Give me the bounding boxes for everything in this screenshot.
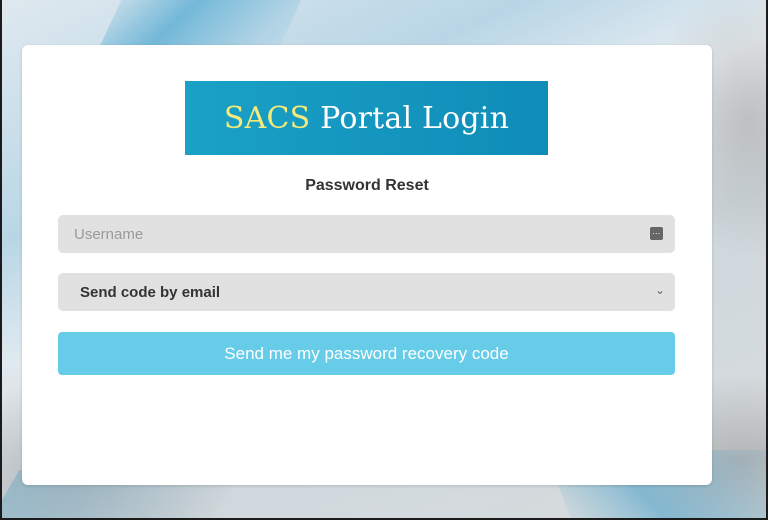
portal-logo: SACS Portal Login (185, 81, 548, 155)
chevron-down-icon: ⌄ (654, 283, 665, 297)
logo-text: SACS Portal Login (224, 101, 509, 136)
browser-viewport: SACS Portal Login Password Reset ⋯ Send … (0, 0, 768, 520)
page-title: Password Reset (305, 177, 429, 194)
recovery-method-select[interactable]: Send code by email ⌄ (58, 273, 675, 311)
send-recovery-code-button[interactable]: Send me my password recovery code (58, 332, 675, 375)
keyboard-icon[interactable]: ⋯ (650, 227, 663, 240)
logo-rest-text: Portal Login (310, 100, 510, 136)
username-field[interactable]: ⋯ (58, 215, 675, 253)
select-value: Send code by email (80, 284, 221, 301)
logo-accent-text: SACS (223, 100, 311, 136)
login-card: SACS Portal Login Password Reset ⋯ Send … (22, 45, 712, 485)
username-input[interactable] (58, 215, 634, 253)
